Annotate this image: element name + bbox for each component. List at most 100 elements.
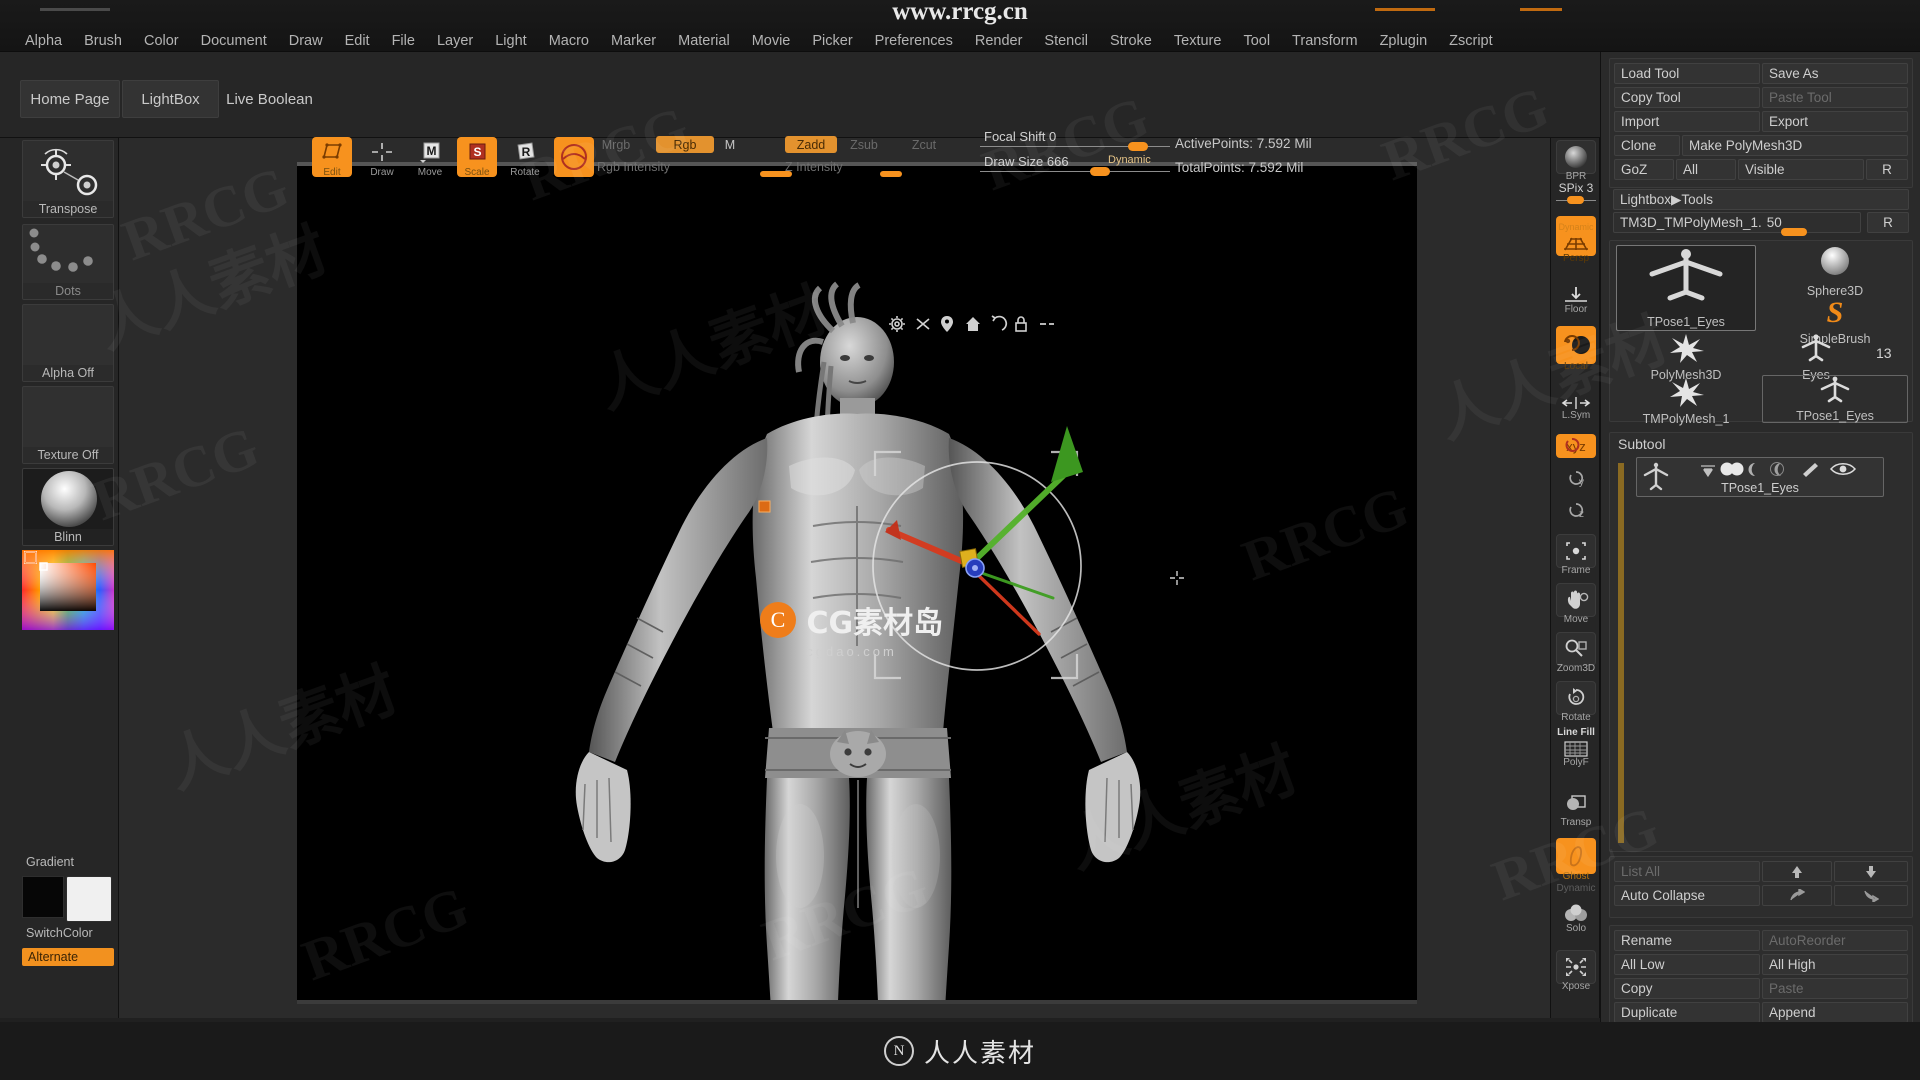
move-up-button[interactable] [1762, 861, 1832, 882]
color-picker[interactable] [22, 550, 114, 648]
menu-document[interactable]: Document [190, 30, 278, 52]
rgb-intensity-knob[interactable] [760, 171, 792, 177]
document-canvas[interactable] [297, 166, 1417, 1080]
shelf-frame-button[interactable]: Frame [1556, 534, 1596, 576]
secondary-color-swatch[interactable] [66, 876, 112, 922]
shelf-zoom3d-button[interactable]: Zoom3D [1556, 632, 1596, 674]
load-tool-button[interactable]: Load Tool [1614, 63, 1760, 84]
toggle-m[interactable]: M [722, 136, 738, 153]
clone-button[interactable]: Clone [1614, 135, 1680, 156]
shelf-ghost-button[interactable]: Ghost [1556, 838, 1596, 882]
all-button[interactable]: All [1676, 159, 1736, 180]
menu-movie[interactable]: Movie [741, 30, 802, 52]
goz-button[interactable]: GoZ [1614, 159, 1674, 180]
tool-thumb-tpose1-eyes[interactable]: TPose1_Eyes [1616, 245, 1756, 331]
lightbox-button[interactable]: LightBox [122, 80, 219, 118]
rotate-mode-button[interactable]: R Rotate [505, 137, 545, 178]
tool-thumb-tmpolymesh1[interactable]: TMPolyMesh_1 [1616, 377, 1756, 426]
menu-zscript[interactable]: Zscript [1438, 30, 1504, 52]
edit-mode-button[interactable]: Edit [312, 137, 352, 178]
move-down-button[interactable] [1834, 861, 1908, 882]
live-boolean-button[interactable]: Live Boolean [212, 80, 327, 118]
draw-mode-button[interactable]: Draw [362, 137, 402, 178]
focal-shift-knob[interactable] [1128, 142, 1148, 151]
save-as-button[interactable]: Save As [1762, 63, 1908, 84]
rename-button[interactable]: Rename [1614, 930, 1760, 951]
visible-r-button[interactable]: R [1866, 159, 1908, 180]
paste-button[interactable]: Paste [1762, 978, 1908, 999]
primary-color-swatch[interactable] [22, 876, 64, 918]
toggle-rgb[interactable]: Rgb [656, 136, 714, 153]
import-button[interactable]: Import [1614, 111, 1760, 132]
export-button[interactable]: Export [1762, 111, 1908, 132]
merge-down-button[interactable] [1834, 885, 1908, 906]
toggle-zadd[interactable]: Zadd [785, 136, 837, 153]
lightbox-tools-button[interactable]: Lightbox▶Tools [1613, 189, 1909, 210]
shelf-spix-slider[interactable]: SPix 3 [1556, 182, 1596, 205]
mesh-slider-track[interactable]: TM3D_TMPolyMesh_1. 50 [1613, 212, 1861, 233]
auto-collapse-button[interactable]: Auto Collapse [1614, 885, 1760, 906]
tool-thumb-polymesh3d[interactable]: PolyMesh3D [1616, 333, 1756, 382]
copy-tool-button[interactable]: Copy Tool [1614, 87, 1760, 108]
canvas-area[interactable] [119, 138, 1599, 1080]
mesh-slider[interactable]: TM3D_TMPolyMesh_1. 50 R [1613, 212, 1909, 236]
auto-reorder-button[interactable]: AutoReorder [1762, 930, 1908, 951]
visible-button[interactable]: Visible [1738, 159, 1864, 180]
menu-stencil[interactable]: Stencil [1033, 30, 1099, 52]
shelf-local-button[interactable]: Local [1556, 326, 1596, 372]
home-page-button[interactable]: Home Page [20, 80, 120, 118]
tool-thumb-sphere3d[interactable]: Sphere3D [1762, 245, 1908, 298]
menu-render[interactable]: Render [964, 30, 1034, 52]
alternate-button[interactable]: Alternate [22, 948, 114, 966]
menu-file[interactable]: File [381, 30, 426, 52]
shelf-xpose-button[interactable]: Xpose [1556, 950, 1596, 992]
menu-brush[interactable]: Brush [73, 30, 133, 52]
left-tile-alpha[interactable]: Alpha Off [22, 304, 114, 382]
menu-marker[interactable]: Marker [600, 30, 667, 52]
left-tile-stroke[interactable]: Dots [22, 224, 114, 300]
toggle-mrgb[interactable]: Mrgb [597, 136, 635, 153]
menu-material[interactable]: Material [667, 30, 741, 52]
menu-color[interactable]: Color [133, 30, 190, 52]
merge-up-button[interactable] [1762, 885, 1832, 906]
toggle-zsub[interactable]: Zsub [845, 136, 883, 153]
paste-tool-button[interactable]: Paste Tool [1762, 87, 1908, 108]
subtool-scrollbar[interactable] [1618, 463, 1624, 843]
menu-layer[interactable]: Layer [426, 30, 484, 52]
scale-mode-button[interactable]: S Scale [457, 137, 497, 178]
duplicate-button[interactable]: Duplicate [1614, 1002, 1760, 1023]
menu-transform[interactable]: Transform [1281, 30, 1369, 52]
material-button[interactable] [554, 137, 594, 177]
all-low-button[interactable]: All Low [1614, 954, 1760, 975]
mesh-slider-knob[interactable] [1781, 228, 1807, 236]
left-tile-transpose[interactable]: Transpose [22, 140, 114, 218]
spix-knob[interactable] [1567, 196, 1584, 204]
menu-stroke[interactable]: Stroke [1099, 30, 1163, 52]
menu-zplugin[interactable]: Zplugin [1369, 30, 1439, 52]
shelf-solo-button[interactable]: Solo [1556, 902, 1596, 934]
shelf-floor-button[interactable]: Floor [1556, 283, 1596, 315]
shelf-yaxis-button[interactable]: y [1556, 468, 1596, 490]
shelf-zaxis-button[interactable]: z [1556, 500, 1596, 522]
copy-button[interactable]: Copy [1614, 978, 1760, 999]
menu-picker[interactable]: Picker [801, 30, 863, 52]
shelf-move-button[interactable]: Move [1556, 583, 1596, 625]
shelf-bpr-button[interactable]: BPR [1556, 140, 1596, 182]
menu-alpha[interactable]: Alpha [14, 30, 73, 52]
z-intensity-knob[interactable] [880, 171, 902, 177]
shelf-xyz-button[interactable]: xyz [1556, 434, 1596, 458]
draw-size-knob[interactable] [1090, 167, 1110, 176]
move-mode-button[interactable]: M Move [410, 137, 450, 178]
tool-thumb-tpose1-eyes-2[interactable]: TPose1_Eyes [1762, 375, 1908, 423]
list-all-button[interactable]: List All [1614, 861, 1760, 882]
tool-thumb-eyes[interactable]: Eyes [1762, 333, 1870, 382]
menu-draw[interactable]: Draw [278, 30, 334, 52]
left-tile-texture[interactable]: Texture Off [22, 386, 114, 464]
shelf-transp-button[interactable]: Transp [1556, 786, 1596, 828]
menu-edit[interactable]: Edit [334, 30, 381, 52]
shelf-lsym-button[interactable]: L.Sym [1556, 393, 1596, 421]
shelf-polyframe-button[interactable]: Line Fill PolyF [1556, 727, 1596, 768]
left-tile-material[interactable]: Blinn [22, 468, 114, 546]
toggle-zcut[interactable]: Zcut [905, 136, 943, 153]
menu-light[interactable]: Light [484, 30, 537, 52]
